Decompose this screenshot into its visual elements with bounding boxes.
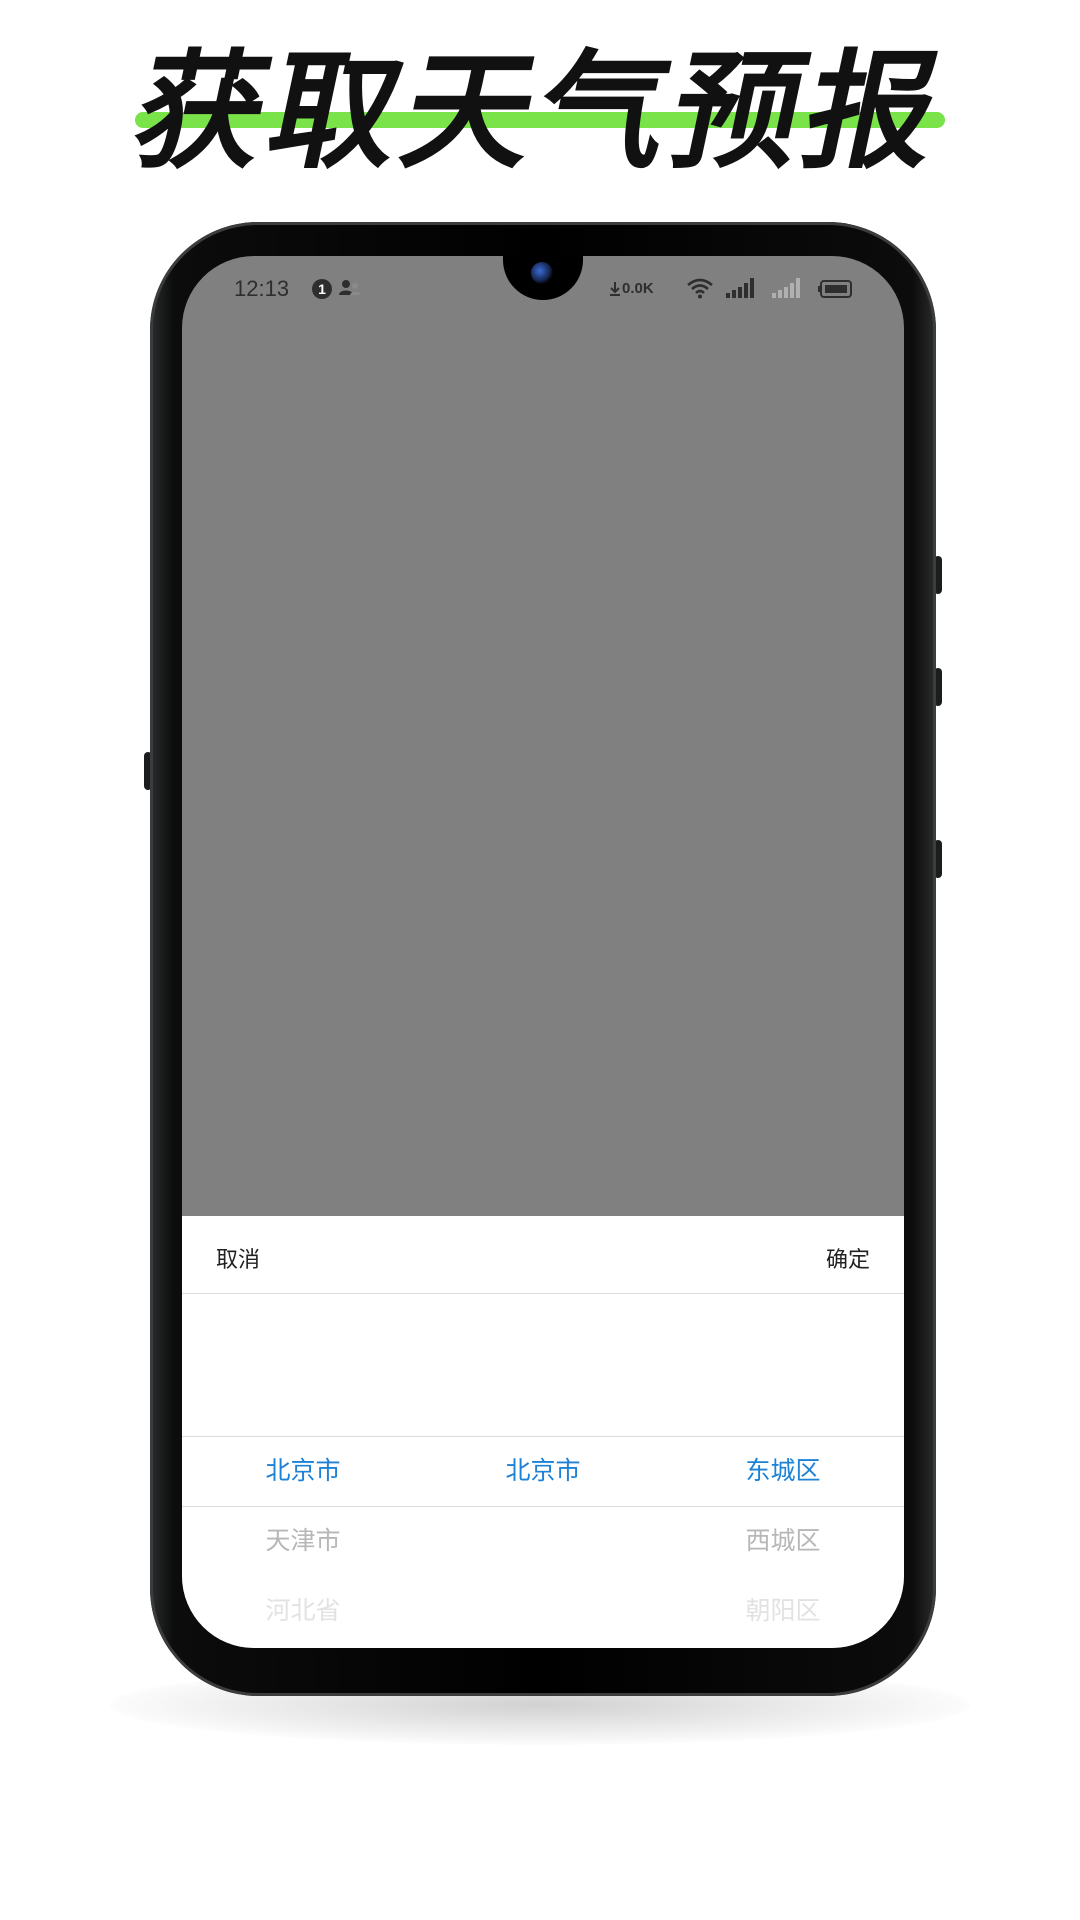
headline: 获取天气预报 [122,38,958,190]
province-option[interactable]: 天津市 [183,1526,423,1556]
signal-icon [726,278,754,298]
front-camera [531,262,553,284]
battery-icon [818,280,852,298]
headline-title: 获取天气预报 [122,38,958,187]
confirm-button[interactable]: 确定 [826,1242,870,1274]
wifi-icon [687,278,713,299]
district-option[interactable]: 朝阳区 [663,1596,903,1626]
region-picker-wheels: 北京市 天津市 河北省 北京市 东城区 西城区 朝阳区 [182,1294,904,1648]
province-option-selected[interactable]: 北京市 [183,1456,423,1486]
province-wheel[interactable]: 北京市 天津市 河北省 [183,1294,423,1648]
district-option[interactable]: 西城区 [663,1526,903,1556]
city-wheel[interactable]: 北京市 [423,1294,663,1648]
picker-toolbar: 取消 确定 [182,1216,904,1294]
region-picker-sheet: 取消 确定 北京市 天津市 河北省 北京市 东城区 西城区 朝阳区 [182,1216,904,1648]
promo-page: 获取天气预报 12:13 1 0.0K 取消 确定 北京市 天津市 河北省 北京… [0,0,1080,1920]
user-icon [339,280,361,295]
district-option-selected[interactable]: 东城区 [663,1456,903,1486]
download-arrow-icon [610,282,620,296]
signal-weak-icon [772,278,800,298]
city-option-selected[interactable]: 北京市 [423,1456,663,1486]
status-time: 12:13 [234,276,290,301]
network-speed: 0.0K [622,280,654,297]
district-wheel[interactable]: 东城区 西城区 朝阳区 [663,1294,903,1648]
cancel-button[interactable]: 取消 [216,1242,260,1274]
province-option[interactable]: 河北省 [183,1596,423,1626]
notification-count-badge: 1 [312,279,332,299]
phone-screen: 12:13 1 0.0K 取消 确定 北京市 天津市 河北省 北京市 东城区 西… [182,256,904,1648]
